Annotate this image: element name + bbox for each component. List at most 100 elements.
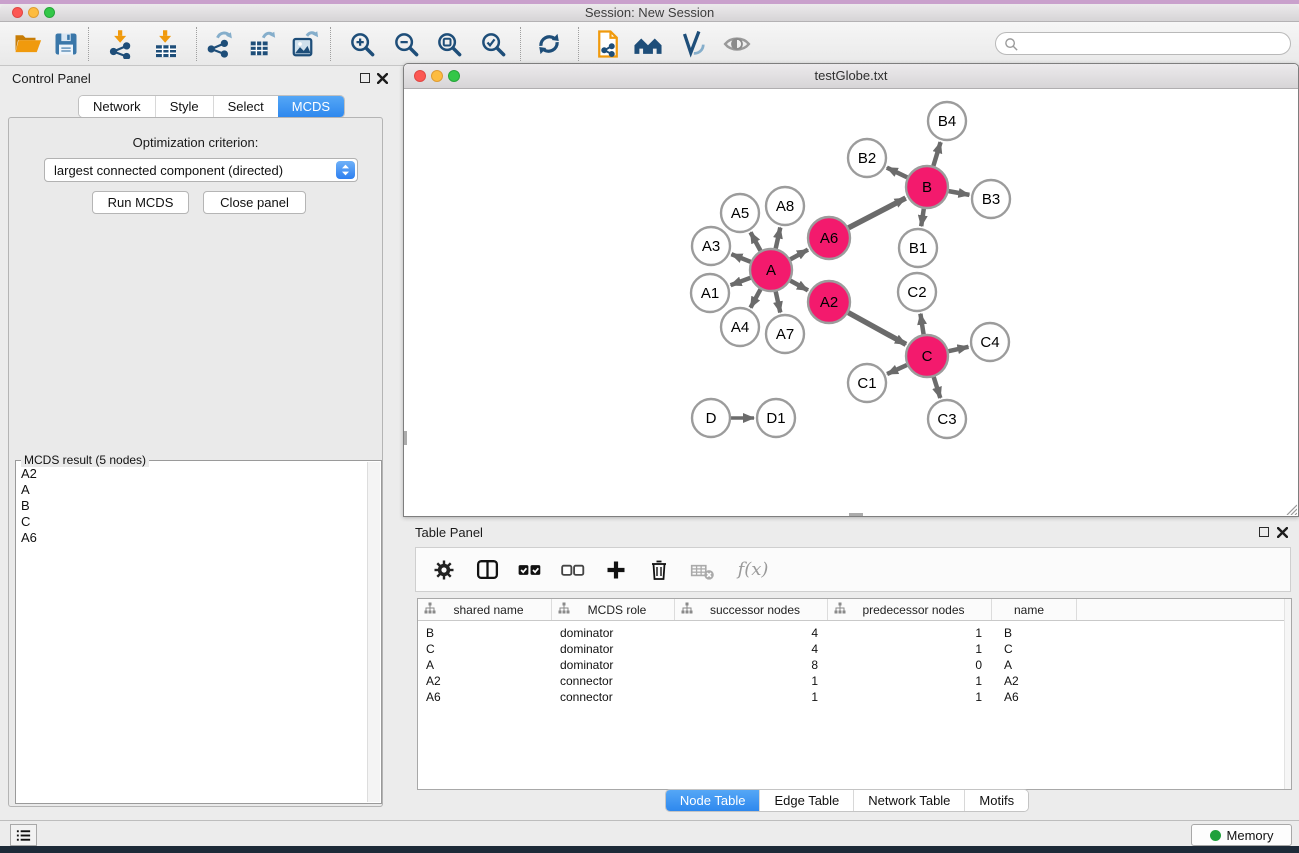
graph-node-C[interactable]: C [906, 335, 948, 377]
mcds-result-scrollbar[interactable] [367, 462, 380, 802]
mcds-result-item[interactable]: C [21, 514, 366, 530]
zoom-selected-icon[interactable] [477, 28, 509, 60]
new-network-icon[interactable] [592, 28, 624, 60]
tab-edge-table[interactable]: Edge Table [759, 790, 853, 811]
tab-network[interactable]: Network [79, 96, 155, 117]
close-panel-icon[interactable] [377, 73, 388, 84]
criterion-select[interactable]: largest connected component (directed) [44, 158, 358, 182]
graph-node-C3[interactable]: C3 [928, 400, 966, 438]
open-session-icon[interactable] [12, 28, 44, 60]
mcds-result-list[interactable]: A2ABCA6 [17, 463, 366, 802]
table-row[interactable]: Adominator80A [418, 657, 1291, 673]
tab-network-table[interactable]: Network Table [853, 790, 964, 811]
mcds-result-item[interactable]: A6 [21, 530, 366, 546]
graph-edge-A-A4[interactable] [751, 289, 761, 307]
graph-edge-C-C3[interactable] [934, 377, 941, 398]
canvas-vscroll[interactable] [404, 431, 407, 445]
graph-edge-B-B4[interactable] [933, 142, 940, 166]
resize-grip-icon[interactable] [1284, 502, 1297, 515]
export-network-icon[interactable] [204, 28, 236, 60]
zoom-out-icon[interactable] [390, 28, 422, 60]
deselect-all-icon[interactable] [559, 556, 587, 584]
column-header-successor-nodes[interactable]: successor nodes [675, 599, 828, 620]
export-table-icon[interactable] [246, 28, 278, 60]
graph-node-B[interactable]: B [906, 166, 948, 208]
zoom-in-icon[interactable] [346, 28, 378, 60]
graph-node-C2[interactable]: C2 [898, 273, 936, 311]
graph-edge-A-A1[interactable] [731, 278, 751, 285]
search-input[interactable] [1022, 34, 1282, 53]
column-header-shared-name[interactable]: shared name [418, 599, 552, 620]
graph-edge-A-A8[interactable] [776, 228, 781, 249]
graph-node-B3[interactable]: B3 [972, 180, 1010, 218]
mcds-result-item[interactable]: B [21, 498, 366, 514]
column-header-predecessor-nodes[interactable]: predecessor nodes [828, 599, 992, 620]
network-graph[interactable]: B4 B2 B B3 A8A5 A6 A3 B1 A A1 C2 A2 A4A7 C4 C C1 D D1 C3 [404, 89, 1298, 516]
table-row[interactable]: A6connector11A6 [418, 689, 1291, 705]
mcds-result-item[interactable]: A2 [21, 466, 366, 482]
graph-edge-A2-C[interactable] [848, 313, 906, 345]
graph-edge-C-C1[interactable] [887, 365, 907, 374]
close-panel-button[interactable]: Close panel [203, 191, 306, 214]
network-canvas[interactable]: B4 B2 B B3 A8A5 A6 A3 B1 A A1 C2 A2 A4A7 C4 C C1 D D1 C3 [404, 89, 1298, 516]
graph-node-A4[interactable]: A4 [721, 308, 759, 346]
show-hide-icon[interactable] [721, 28, 753, 60]
import-table-icon[interactable] [150, 28, 182, 60]
graph-node-A2[interactable]: A2 [808, 281, 850, 323]
close-table-panel-icon[interactable] [1277, 527, 1288, 538]
tab-style[interactable]: Style [155, 96, 213, 117]
graph-edge-A-A2[interactable] [790, 281, 808, 291]
table-header-row[interactable]: shared nameMCDS rolesuccessor nodesprede… [418, 599, 1291, 621]
task-history-button[interactable] [10, 824, 37, 846]
graph-node-A6[interactable]: A6 [808, 217, 850, 259]
graph-node-B1[interactable]: B1 [899, 229, 937, 267]
refresh-icon[interactable] [533, 28, 565, 60]
zoom-fit-icon[interactable] [433, 28, 465, 60]
canvas-hscroll[interactable] [849, 513, 863, 516]
graph-edge-A-A3[interactable] [731, 254, 750, 262]
tab-select[interactable]: Select [213, 96, 278, 117]
graph-node-A5[interactable]: A5 [721, 194, 759, 232]
select-all-icon[interactable] [516, 556, 544, 584]
save-session-icon[interactable] [50, 28, 82, 60]
app-titlebar[interactable]: Session: New Session [0, 4, 1299, 22]
graph-node-A[interactable]: A [750, 249, 792, 291]
table-scrollbar[interactable] [1284, 599, 1291, 789]
graph-edge-A-A5[interactable] [751, 232, 761, 250]
graph-node-D[interactable]: D [692, 399, 730, 437]
graph-node-A7[interactable]: A7 [766, 315, 804, 353]
mcds-result-item[interactable]: A [21, 482, 366, 498]
delete-column-icon[interactable] [645, 556, 673, 584]
tab-node-table[interactable]: Node Table [666, 790, 760, 811]
tab-motifs[interactable]: Motifs [964, 790, 1028, 811]
graph-node-B2[interactable]: B2 [848, 139, 886, 177]
run-mcds-button[interactable]: Run MCDS [92, 191, 189, 214]
graph-node-A8[interactable]: A8 [766, 187, 804, 225]
graph-node-B4[interactable]: B4 [928, 102, 966, 140]
graph-edge-B-B2[interactable] [887, 168, 907, 178]
tab-mcds[interactable]: MCDS [278, 96, 344, 117]
import-network-icon[interactable] [105, 28, 137, 60]
graph-edge-A-A6[interactable] [790, 250, 808, 260]
add-column-icon[interactable] [602, 556, 630, 584]
float-table-panel-icon[interactable] [1259, 527, 1269, 537]
graph-node-A3[interactable]: A3 [692, 227, 730, 265]
graph-edge-B-B3[interactable] [949, 191, 970, 195]
memory-button[interactable]: Memory [1191, 824, 1292, 846]
graph-edge-A-A7[interactable] [776, 292, 781, 313]
first-neighbors-icon[interactable] [632, 28, 664, 60]
graph-node-C1[interactable]: C1 [848, 364, 886, 402]
export-image-icon[interactable] [289, 28, 321, 60]
graph-node-D1[interactable]: D1 [757, 399, 795, 437]
graph-edge-C-C2[interactable] [920, 314, 923, 335]
graph-node-A1[interactable]: A1 [691, 274, 729, 312]
settings-gear-icon[interactable] [430, 556, 458, 584]
float-panel-icon[interactable] [360, 73, 370, 83]
style-icon[interactable] [676, 28, 708, 60]
graph-node-C4[interactable]: C4 [971, 323, 1009, 361]
table-row[interactable]: Bdominator41B [418, 625, 1291, 641]
graph-edge-C-C4[interactable] [949, 347, 969, 351]
table-row[interactable]: Cdominator41C [418, 641, 1291, 657]
column-header-MCDS-role[interactable]: MCDS role [552, 599, 675, 620]
table-row[interactable]: A2connector11A2 [418, 673, 1291, 689]
